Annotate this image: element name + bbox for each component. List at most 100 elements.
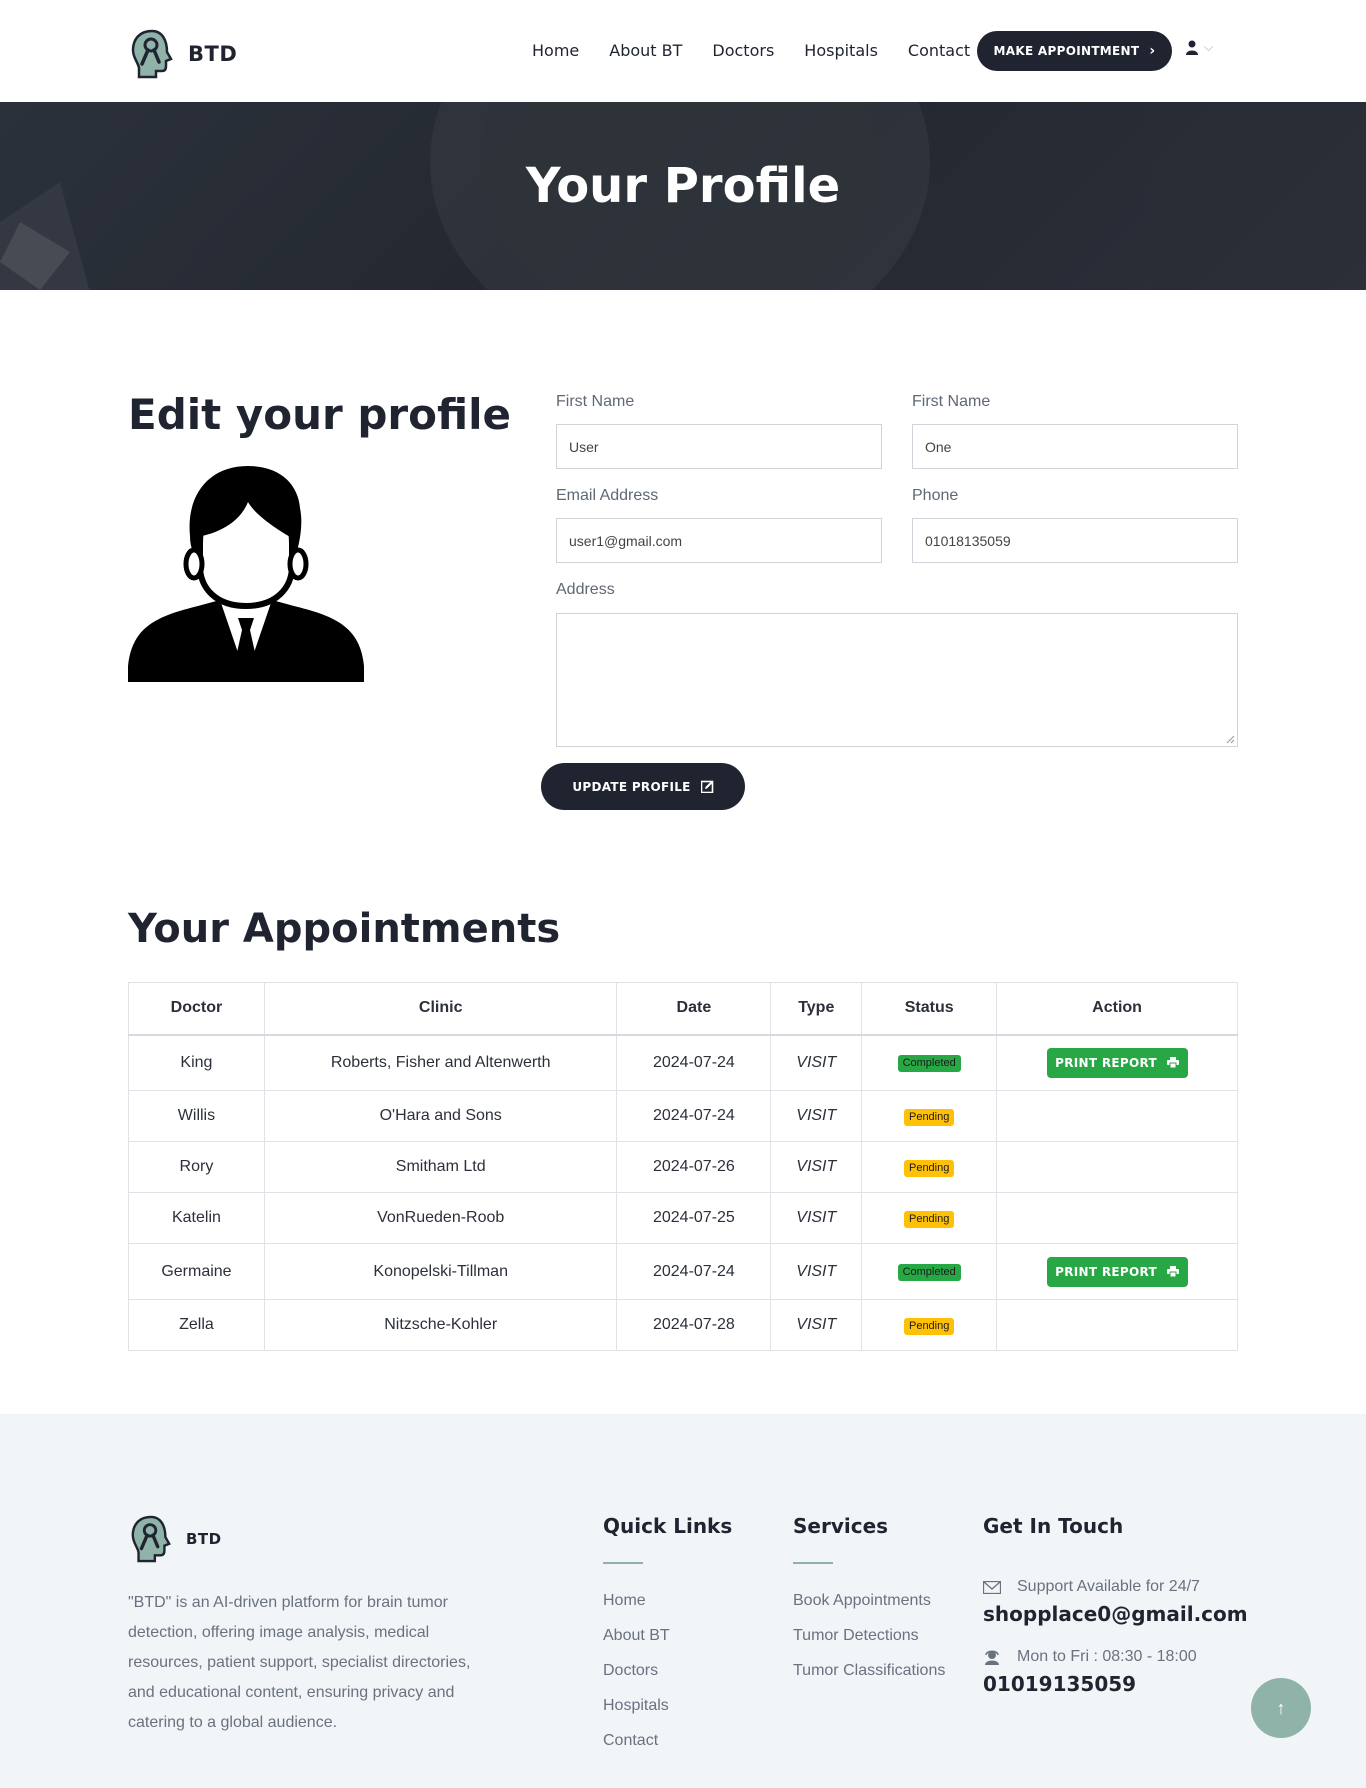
contact-phone[interactable]: 01019135059	[983, 1672, 1248, 1696]
action-cell	[996, 1090, 1238, 1142]
clinic-cell: Smitham Ltd	[263, 1141, 618, 1193]
table-header-row: Doctor Clinic Date Type Status Action	[128, 982, 1238, 1036]
headset-icon	[985, 1650, 999, 1665]
support-row: Support Available for 24/7	[983, 1578, 1248, 1596]
footer-link-doctors[interactable]: Doctors	[603, 1662, 732, 1697]
table-row: Katelin VonRueden-Roob 2024-07-25 VISIT …	[128, 1192, 1238, 1244]
address-field[interactable]	[556, 613, 1238, 747]
footer-link-tumor-classifications[interactable]: Tumor Classifications	[793, 1662, 945, 1697]
status-cell: Completed	[861, 1243, 998, 1300]
status-cell: Pending	[861, 1141, 998, 1193]
nav-contact[interactable]: Contact	[908, 41, 970, 60]
footer-link-home[interactable]: Home	[603, 1592, 732, 1627]
clinic-cell: Nitzsche-Kohler	[263, 1299, 618, 1351]
type-cell: VISIT	[770, 1243, 863, 1300]
column-header-status: Status	[861, 982, 998, 1036]
status-badge: Completed	[897, 1055, 961, 1073]
first-name-label: First Name	[556, 393, 635, 410]
make-appointment-button[interactable]: MAKE APPOINTMENT ›	[977, 31, 1172, 71]
email-label: Email Address	[556, 487, 659, 504]
heading-underline	[793, 1562, 833, 1564]
status-badge: Pending	[903, 1108, 955, 1126]
heading-underline	[603, 1562, 643, 1564]
footer-link-tumor-detections[interactable]: Tumor Detections	[793, 1627, 945, 1662]
table-row: Willis O'Hara and Sons 2024-07-24 VISIT …	[128, 1090, 1238, 1142]
printer-icon	[1166, 1057, 1179, 1069]
site-header: BTD Home About BT Doctors Hospitals Cont…	[0, 0, 1366, 102]
footer-brand-logo[interactable]: BTD	[128, 1514, 222, 1564]
date-cell: 2024-07-28	[616, 1299, 772, 1351]
footer-get-in-touch: Get In Touch Support Available for 24/7 …	[983, 1514, 1248, 1696]
column-header-clinic: Clinic	[263, 982, 618, 1036]
user-menu-toggle[interactable]: ⌵	[1186, 40, 1213, 55]
scroll-to-top-button[interactable]: ↑	[1251, 1678, 1311, 1738]
date-cell: 2024-07-26	[616, 1141, 772, 1193]
email-field[interactable]: user1@gmail.com	[556, 518, 882, 563]
nav-hospitals[interactable]: Hospitals	[804, 41, 878, 60]
footer-link-about-bt[interactable]: About BT	[603, 1627, 732, 1662]
status-cell: Pending	[861, 1090, 998, 1142]
status-badge: Pending	[903, 1159, 955, 1177]
brand-logo[interactable]: BTD	[128, 28, 237, 80]
status-cell: Completed	[861, 1034, 998, 1091]
printer-icon	[1166, 1266, 1179, 1277]
update-profile-button[interactable]: UPDATE PROFILE	[541, 763, 745, 810]
footer-quick-links: Quick Links Home About BT Doctors Hospit…	[603, 1514, 732, 1767]
nav-home[interactable]: Home	[532, 41, 579, 60]
user-avatar-icon	[128, 466, 364, 682]
envelope-icon	[983, 1580, 1001, 1594]
date-cell: 2024-07-24	[616, 1090, 772, 1142]
status-cell: Pending	[861, 1192, 998, 1244]
nav-about-bt[interactable]: About BT	[609, 41, 682, 60]
services-heading: Services	[793, 1514, 889, 1538]
doctor-cell: Germaine	[128, 1243, 265, 1300]
user-icon	[1186, 40, 1198, 55]
footer-link-book-appointments[interactable]: Book Appointments	[793, 1592, 945, 1627]
footer-about-text: "BTD" is an AI-driven platform for brain…	[128, 1594, 471, 1731]
edit-profile-heading: Edit your profile	[128, 390, 511, 439]
chevron-right-icon: ›	[1149, 43, 1156, 59]
last-name-label: First Name	[912, 393, 991, 410]
status-badge: Pending	[903, 1210, 955, 1228]
clinic-cell: Roberts, Fisher and Altenwerth	[263, 1034, 618, 1091]
clinic-cell: O'Hara and Sons	[263, 1090, 618, 1142]
print-report-button[interactable]: PRINT REPORT	[1046, 1047, 1188, 1078]
doctor-cell: Willis	[128, 1090, 265, 1142]
phone-label: Phone	[912, 487, 959, 504]
action-cell: PRINT REPORT	[996, 1034, 1238, 1091]
column-header-type: Type	[770, 982, 863, 1036]
quick-links-heading: Quick Links	[603, 1514, 733, 1538]
support-label: Support Available for 24/7	[1017, 1578, 1200, 1595]
clinic-cell: Konopelski-Tillman	[263, 1243, 618, 1300]
last-name-field[interactable]: One	[912, 424, 1238, 469]
chevron-down-icon: ⌵	[1204, 40, 1214, 54]
doctor-cell: Katelin	[128, 1192, 265, 1244]
first-name-field[interactable]: User	[556, 424, 882, 469]
brand-name: BTD	[188, 42, 238, 66]
print-report-label: PRINT REPORT	[1055, 1055, 1157, 1070]
action-cell	[996, 1192, 1238, 1244]
resize-grip-icon[interactable]	[1226, 735, 1235, 744]
contact-email[interactable]: shopplace0@gmail.com	[983, 1602, 1248, 1626]
print-report-label: PRINT REPORT	[1055, 1264, 1157, 1279]
doctor-cell: Rory	[128, 1141, 265, 1193]
arrow-up-icon: ↑	[1276, 1697, 1286, 1718]
hours-label: Mon to Fri : 08:30 - 18:00	[1017, 1648, 1197, 1665]
footer-link-hospitals[interactable]: Hospitals	[603, 1697, 732, 1732]
print-report-button[interactable]: PRINT REPORT	[1046, 1256, 1188, 1287]
status-cell: Pending	[861, 1299, 998, 1351]
nav-doctors[interactable]: Doctors	[712, 41, 774, 60]
type-cell: VISIT	[770, 1299, 863, 1351]
date-cell: 2024-07-25	[616, 1192, 772, 1244]
status-badge: Completed	[897, 1264, 961, 1281]
appointments-heading: Your Appointments	[128, 906, 561, 952]
phone-field[interactable]: 01018135059	[912, 518, 1238, 563]
edit-icon	[700, 780, 713, 793]
footer-link-contact[interactable]: Contact	[603, 1732, 732, 1767]
action-cell	[996, 1141, 1238, 1193]
doctor-cell: King	[128, 1034, 265, 1091]
hours-row: Mon to Fri : 08:30 - 18:00	[983, 1648, 1248, 1666]
type-cell: VISIT	[770, 1141, 863, 1193]
